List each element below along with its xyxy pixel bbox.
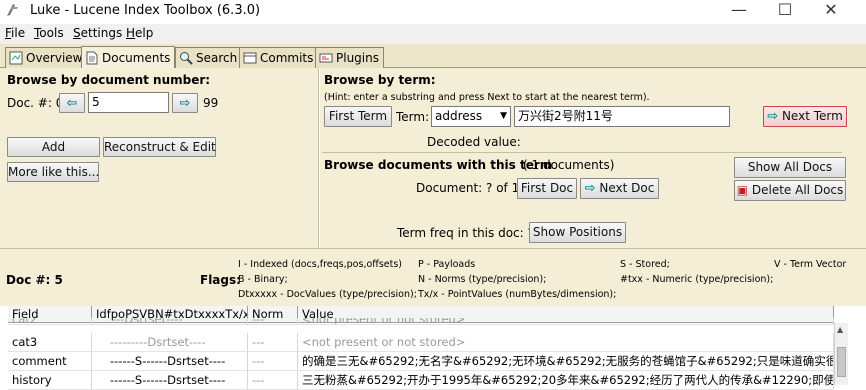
table-cell-norm[interactable]: --- <box>248 371 298 390</box>
menu-bar: File Tools Settings Help <box>0 24 866 44</box>
divider <box>322 152 842 153</box>
show-all-docs-button[interactable]: Show All Docs <box>734 157 846 178</box>
trash-icon: ▣ <box>736 183 749 197</box>
reconstruct-edit-button[interactable]: Reconstruct & Edit <box>103 137 216 157</box>
table-cell-flags[interactable]: ------S------Dsrtset---- <box>92 352 248 371</box>
tab-strip: Overview Documents Search Commits Plugin… <box>0 44 866 69</box>
close-button[interactable]: ✕ <box>808 0 854 22</box>
browse-by-term-panel: Browse by term: (Hint: enter a substring… <box>320 68 866 248</box>
table-row[interactable]: comment <box>8 352 92 371</box>
first-term-button[interactable]: First Term <box>324 106 392 127</box>
table-row[interactable]: cat3 <box>8 333 92 352</box>
legend-numeric: #txx - Numeric (type/precision); <box>620 274 774 285</box>
prev-doc-button[interactable]: ⇦ <box>59 93 85 113</box>
fields-table: Field IdfpoPSVBN#txDtxxxxTx/x Norm Value… <box>0 306 866 390</box>
table-cell-flags[interactable]: ------S------Dsrtset---- <box>92 371 248 390</box>
legend-norms: N - Norms (type/precision); <box>418 274 547 285</box>
next-doc-number-button[interactable]: ⇨ <box>172 93 198 113</box>
arrow-right-icon: ⇨ <box>584 181 596 196</box>
arrow-left-icon: ⇦ <box>66 96 78 111</box>
table-cell-value[interactable]: <not present or not stored> <box>298 333 834 352</box>
menu-help[interactable]: Help <box>126 26 153 40</box>
doc-number-label: Doc. #: 0 <box>7 96 64 110</box>
title-bar: Luke - Lucene Index Toolbox (6.3.0) — ☐ … <box>0 0 866 22</box>
legend-pointvalues: Tx/x - PointValues (numBytes/dimension); <box>418 289 617 300</box>
search-icon <box>180 52 193 65</box>
add-document-button[interactable]: Add <box>7 137 100 157</box>
more-like-this-button[interactable]: More like this... <box>7 162 99 182</box>
doc-number-display: Doc #: 5 <box>6 273 63 287</box>
term-freq-label: Term freq in this doc: ? <box>397 226 534 240</box>
show-positions-button[interactable]: Show Positions <box>529 222 626 243</box>
commits-icon <box>243 52 257 64</box>
legend-payloads: P - Payloads <box>418 259 476 270</box>
tab-documents[interactable]: Documents <box>81 46 176 69</box>
legend-docvalues: Dtxxxxx - DocValues (type/precision); <box>238 289 417 300</box>
table-cell-flags[interactable]: ---Dsrtset---- <box>92 318 248 325</box>
arrow-right-icon: ⇨ <box>767 109 779 124</box>
next-term-button[interactable]: ⇨ Next Term <box>763 106 847 127</box>
table-row[interactable]: history <box>8 371 92 390</box>
legend-stored: S - Stored; <box>620 259 670 270</box>
term-hint: (Hint: enter a substring and press Next … <box>324 92 650 103</box>
document-position: Document: ? of 1 <box>416 181 520 195</box>
flags-legend: Doc #: 5 Flags: I - Indexed (docs,freqs,… <box>0 248 866 306</box>
legend-term-vector: V - Term Vector <box>774 259 847 270</box>
docs-count: ( 1 documents) <box>523 158 615 172</box>
menu-settings[interactable]: Settings <box>73 26 122 40</box>
tab-plugins[interactable]: Plugins <box>315 47 384 68</box>
max-doc-label: 99 <box>203 96 219 110</box>
table-scrollbar[interactable]: ▲ <box>834 323 848 385</box>
browse-by-term-heading: Browse by term: <box>324 73 436 87</box>
overview-icon <box>9 51 23 65</box>
luke-app-icon <box>7 4 18 16</box>
next-doc-button[interactable]: ⇨ Next Doc <box>580 178 659 199</box>
minimize-button[interactable]: — <box>716 0 762 22</box>
browse-by-number-heading: Browse by document number: <box>7 73 211 87</box>
table-row[interactable]: cat2 <box>8 318 92 325</box>
tab-commits[interactable]: Commits <box>239 47 319 68</box>
arrow-right-icon: ⇨ <box>179 96 191 111</box>
table-cell-flags[interactable]: ---------Dsrtset---- <box>92 333 248 352</box>
table-cell-norm[interactable]: --- <box>248 333 298 352</box>
maximize-button[interactable]: ☐ <box>762 0 808 22</box>
decoded-value-label: Decoded value: <box>427 135 521 149</box>
plugins-icon <box>319 53 333 63</box>
term-input[interactable]: 万兴街2号附11号 <box>514 106 730 127</box>
table-cell-norm[interactable]: --- <box>248 318 298 325</box>
legend-indexed: I - Indexed (docs,freqs,pos,offsets) <box>238 259 402 270</box>
browse-by-number-panel: Browse by document number: Doc. #: 0 ⇦ 5… <box>0 68 319 248</box>
field-select-value: address <box>435 109 483 123</box>
scroll-up-icon[interactable]: ▲ <box>837 325 843 334</box>
browse-docs-heading: Browse documents with this term <box>324 158 553 172</box>
term-label: Term: <box>396 110 430 124</box>
menu-tools[interactable]: Tools <box>34 26 64 40</box>
tab-search[interactable]: Search <box>175 47 243 68</box>
flags-label: Flags: <box>200 273 241 287</box>
window-title: Luke - Lucene Index Toolbox (6.3.0) <box>30 3 261 18</box>
table-cell-value[interactable]: 的确是三无&#65292;无名字&#65292;无环境&#65292;无服务的苍… <box>298 352 834 371</box>
chevron-down-icon: ▼ <box>500 111 507 121</box>
delete-all-docs-button[interactable]: ▣ Delete All Docs <box>734 180 846 201</box>
documents-icon <box>86 51 98 65</box>
legend-binary: B - Binary; <box>238 274 288 285</box>
field-select[interactable]: address ▼ <box>431 106 511 127</box>
tab-overview[interactable]: Overview <box>5 47 88 68</box>
doc-number-input[interactable]: 5 <box>88 92 169 113</box>
menu-file[interactable]: File <box>5 26 25 40</box>
table-cell-norm[interactable]: --- <box>248 352 298 371</box>
scrollbar-thumb[interactable] <box>837 347 846 377</box>
table-cell-value[interactable]: <not present or not stored> <box>298 318 834 325</box>
first-doc-button[interactable]: First Doc <box>517 178 577 199</box>
table-cell-value[interactable]: 三无粉蒸&#65292;开办于1995年&#65292;20多年来&#65292… <box>298 371 834 390</box>
